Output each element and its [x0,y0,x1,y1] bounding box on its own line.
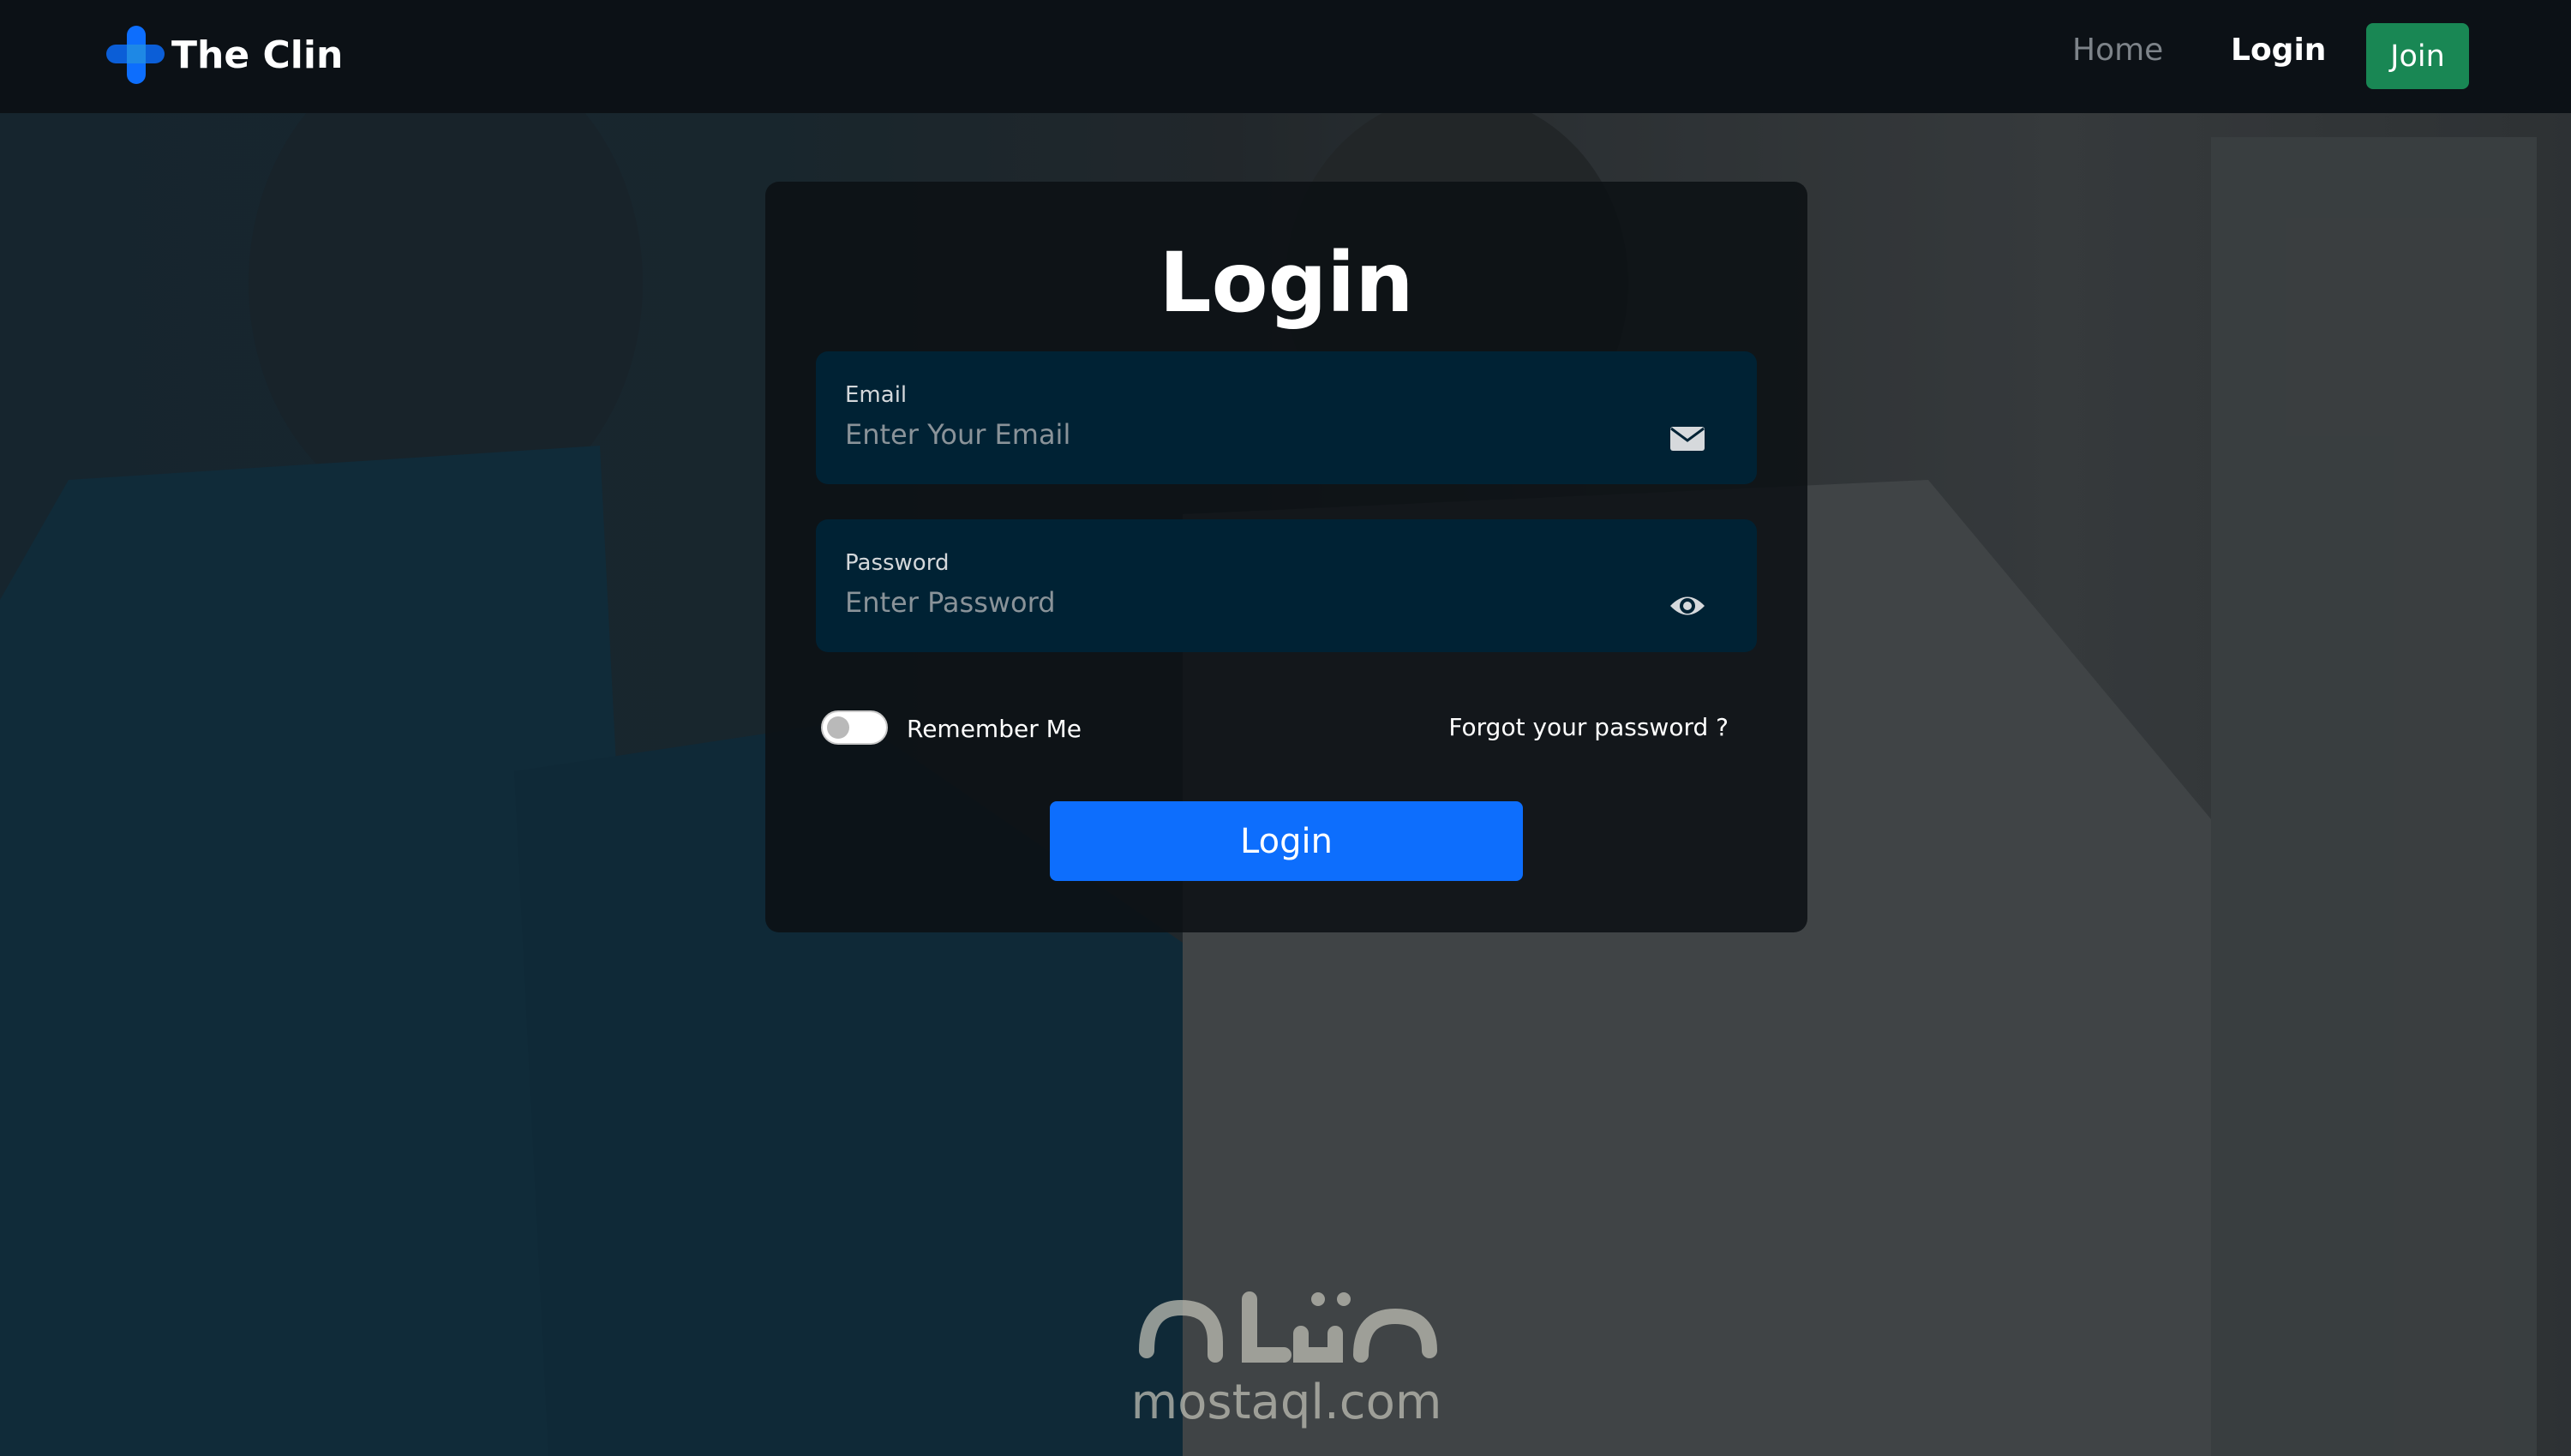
toggle-knob [827,716,849,739]
mostaql-watermark: mostaql.com [1130,1273,1443,1430]
join-button[interactable]: Join [2366,23,2469,89]
email-label: Email [845,382,908,408]
login-title: Login [1159,235,1414,331]
email-input[interactable] [845,413,1616,456]
brand-name: The Clin [171,33,344,77]
remember-me-label[interactable]: Remember Me [907,715,1082,743]
login-submit-button[interactable]: Login [1050,801,1523,881]
remember-me-toggle[interactable] [821,710,888,745]
login-card: Login Email Password Remember Me Forgot … [765,182,1807,932]
nav-link-home[interactable]: Home [2072,33,2163,68]
envelope-icon [1670,427,1705,451]
forgot-password-link[interactable]: Forgot your password ? [1448,713,1729,741]
top-navbar: The Clin Home Login Join [0,0,2571,113]
password-input[interactable] [845,581,1616,624]
nav-link-login[interactable]: Login [2231,33,2326,68]
password-field[interactable]: Password [816,519,1757,652]
mostaql-logo [1139,1291,1437,1363]
medical-cross-logo-icon [106,26,165,84]
brand[interactable]: The Clin [106,24,343,86]
email-field[interactable]: Email [816,351,1757,484]
password-label: Password [845,550,950,576]
watermark-url: mostaql.com [1130,1375,1442,1430]
eye-icon[interactable] [1669,588,1705,624]
